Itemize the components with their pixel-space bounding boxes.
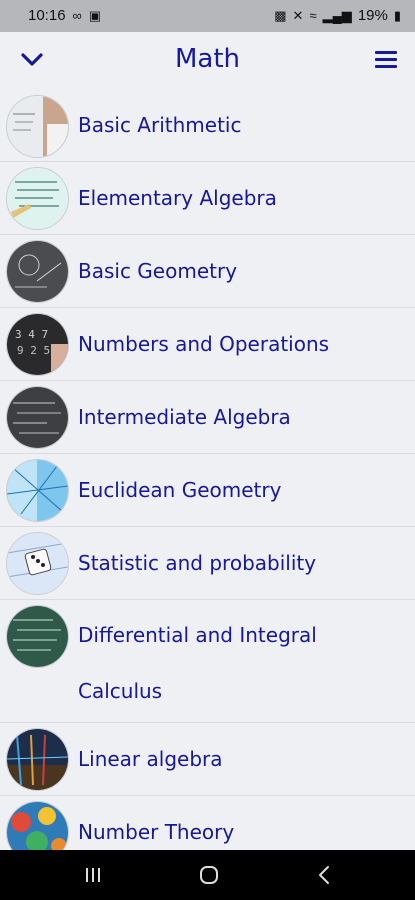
dice-image [6,532,69,595]
lock-icon: ▩ [274,8,287,23]
topic-label: Differential and Integral [78,623,317,647]
topic-list: Basic Arithmetic Elementary Algebra Basi… [0,90,415,850]
list-item-differential-and-integral-calculus[interactable]: Differential and Integral Calculus [0,600,415,723]
list-item-numbers-and-operations[interactable]: 3 4 7 9 2 5 Numbers and Operations [0,308,415,381]
topic-label: Number Theory [78,820,235,844]
list-item-elementary-algebra[interactable]: Elementary Algebra [0,162,415,235]
topic-label: Euclidean Geometry [78,478,282,502]
list-item-statistic-and-probability[interactable]: Statistic and probability [0,527,415,600]
mute-icon: ✕ [292,8,304,23]
list-item-euclidean-geometry[interactable]: Euclidean Geometry [0,454,415,527]
list-item-intermediate-algebra[interactable]: Intermediate Algebra [0,381,415,454]
status-bar: 10:16 ∞ ▣ ▩ ✕ ≈ ▂▄▆ 19% ▮ [0,0,415,32]
list-item-basic-arithmetic[interactable]: Basic Arithmetic [0,90,415,162]
topic-label-line2: Calculus [78,679,163,703]
colorful-lines-image [6,728,69,791]
wifi-icon: ≈ [309,8,317,23]
signal-icon: ▂▄▆ [322,8,352,23]
chalk-numbers-image: 3 4 7 9 2 5 [6,313,69,376]
topic-label: Numbers and Operations [78,332,330,356]
geometric-lines-image [6,459,69,522]
hamburger-menu-icon[interactable] [375,51,397,69]
page-title: Math [174,44,241,74]
topic-label: Intermediate Algebra [78,405,291,429]
whiteboard-image [6,95,69,158]
topic-label: Elementary Algebra [78,186,277,210]
colorful-numbers-image [6,801,69,850]
topic-label: Statistic and probability [78,551,317,575]
topic-label: Basic Geometry [78,259,238,283]
recent-apps-icon[interactable] [84,864,102,886]
battery-level: 19% [357,7,388,24]
topic-label: Linear algebra [78,747,223,771]
image-icon: ▣ [88,8,102,23]
topic-label: Basic Arithmetic [78,113,242,137]
voicemail-icon: ∞ [72,8,82,23]
status-time: 10:16 [28,7,66,24]
back-icon[interactable] [316,864,332,886]
green-chalkboard-image [6,605,69,668]
chalkboard-geometry-image [6,240,69,303]
svg-text:3 4 7: 3 4 7 [15,328,48,341]
svg-text:9 2 5: 9 2 5 [17,344,50,357]
list-item-basic-geometry[interactable]: Basic Geometry [0,235,415,308]
list-item-linear-algebra[interactable]: Linear algebra [0,723,415,796]
battery-icon: ▮ [393,8,401,23]
list-item-number-theory[interactable]: Number Theory [0,796,415,850]
algebra-notes-image [6,167,69,230]
home-icon[interactable] [198,864,220,886]
app-bar: Math [0,32,415,91]
chalkboard-equations-image [6,386,69,449]
system-navigation-bar [0,850,415,900]
